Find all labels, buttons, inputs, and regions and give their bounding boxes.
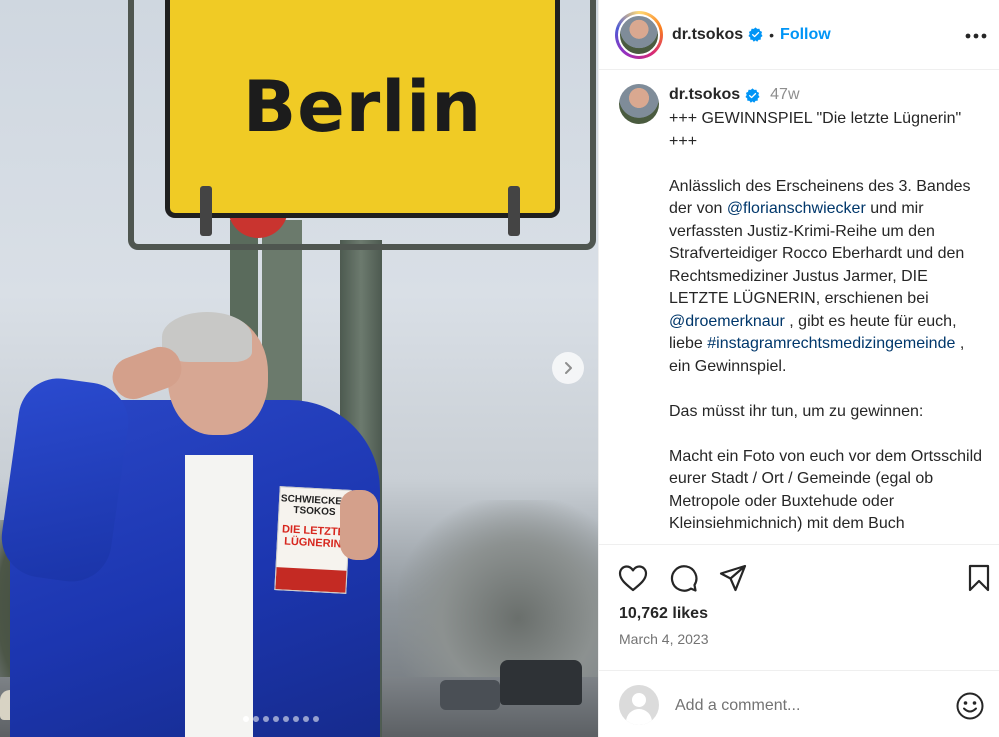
caption-paragraph: Das müsst ihr tun, um zu gewinnen: [669, 402, 924, 420]
verified-badge-icon [748, 27, 763, 42]
car [440, 680, 500, 710]
carousel-indicator [243, 716, 319, 722]
caption-paragraph: Anlässlich des Erscheinens des 3. Bandes… [669, 176, 987, 379]
mention-link[interactable]: @droemerknaur [669, 313, 785, 330]
post-sidebar: dr.tsokos • Follow dr.tsokos 47w +++ GEW… [598, 0, 999, 737]
carousel-dot [293, 716, 299, 722]
book-graphic [275, 567, 349, 593]
story-avatar[interactable] [615, 10, 663, 59]
post-image[interactable]: Berlin SCHWIECKER TSOKOS DIE LETZTE LÜGN… [0, 0, 598, 737]
post-time[interactable]: 47w [770, 86, 799, 104]
mention-link[interactable]: @florianschwiecker [727, 200, 866, 217]
car [500, 660, 582, 705]
share-button[interactable] [716, 558, 750, 598]
emoji-icon [956, 692, 984, 720]
carousel-dot [263, 716, 269, 722]
avatar[interactable] [619, 84, 659, 124]
person-shirt [185, 455, 253, 737]
caption-header: dr.tsokos 47w [669, 86, 800, 104]
share-icon [719, 564, 747, 592]
post-date[interactable]: March 4, 2023 [619, 631, 709, 647]
bookmark-icon [968, 564, 990, 592]
action-bar [599, 558, 999, 598]
caption-text: +++ GEWINNSPIEL "Die letzte Lügnerin" ++… [669, 108, 987, 544]
comment-input[interactable] [675, 693, 935, 719]
emoji-button[interactable] [955, 691, 985, 721]
book-title: DIE LETZTE LÜGNERIN [281, 523, 346, 551]
follow-button[interactable]: Follow [780, 26, 831, 44]
more-options-button[interactable] [964, 24, 988, 48]
comment-icon [670, 565, 698, 592]
carousel-dot [273, 716, 279, 722]
caption-paragraph: +++ GEWINNSPIEL "Die letzte Lügnerin" ++… [669, 110, 962, 150]
next-slide-button[interactable] [552, 352, 584, 384]
post-header: dr.tsokos • Follow [599, 0, 999, 70]
sign-clamp [200, 186, 212, 236]
carousel-dot [313, 716, 319, 722]
carousel-dot [253, 716, 259, 722]
sign-clamp [508, 186, 520, 236]
carousel-dot [303, 716, 309, 722]
heart-icon [618, 565, 648, 592]
person-hand [340, 490, 378, 560]
avatar-body [626, 709, 652, 725]
caption-username[interactable]: dr.tsokos [669, 86, 740, 104]
comment-bar [599, 670, 999, 737]
carousel-dot [243, 716, 249, 722]
avatar [618, 13, 660, 56]
caption-scroll-area[interactable]: dr.tsokos 47w +++ GEWINNSPIEL "Die letzt… [599, 71, 999, 545]
verified-badge-icon [745, 87, 760, 103]
carousel-dot [283, 716, 289, 722]
avatar-head [632, 693, 646, 707]
username-link[interactable]: dr.tsokos [672, 26, 743, 44]
like-button[interactable] [616, 558, 650, 598]
city-sign: Berlin [165, 0, 560, 218]
hashtag-link[interactable]: #instagramrechtsmedizingemeinde [707, 335, 955, 352]
header-user: dr.tsokos • Follow [672, 26, 831, 44]
more-icon [965, 33, 987, 39]
like-count[interactable]: 10,762 likes [619, 605, 708, 623]
caption-paragraph: Macht ein Foto von euch vor dem Ortsschi… [669, 447, 983, 533]
city-sign-text: Berlin [242, 65, 483, 148]
comment-button[interactable] [666, 558, 700, 598]
separator: • [769, 26, 775, 43]
chevron-right-icon [565, 362, 572, 374]
avatar [619, 685, 659, 725]
save-button[interactable] [962, 558, 996, 598]
